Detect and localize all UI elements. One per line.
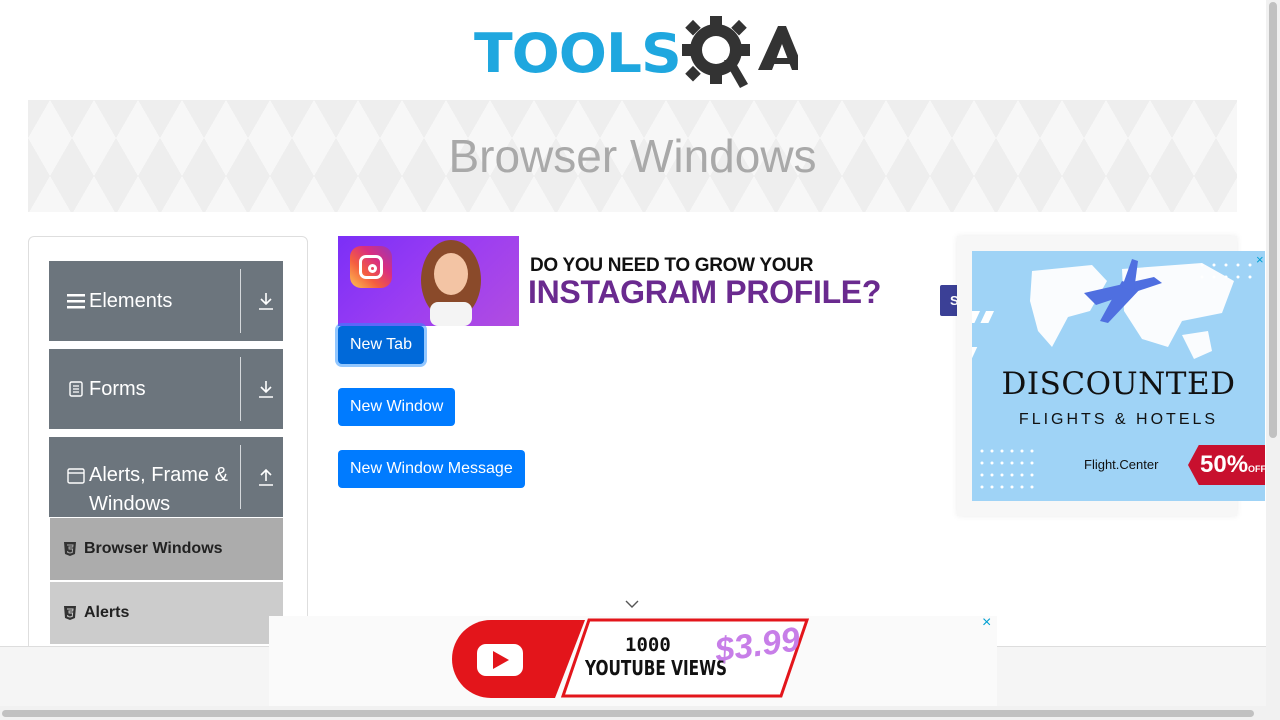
download-icon[interactable]: [257, 291, 275, 311]
upload-icon[interactable]: [257, 467, 275, 487]
sidebar-group-forms[interactable]: Forms: [49, 349, 283, 429]
youtube-views-ad[interactable]: 1000 YOUTUBE VIEWS $3.99: [269, 616, 997, 706]
sidebar-group-alerts-frame-windows[interactable]: Alerts, Frame & Windows: [49, 437, 283, 517]
page-title: Browser Windows: [448, 130, 817, 182]
new-window-button[interactable]: New Window: [338, 388, 456, 426]
new-tab-button[interactable]: New Tab: [338, 326, 424, 364]
sidebar-group-elements[interactable]: Elements: [49, 261, 283, 341]
sidebar-group-label: Forms: [89, 377, 146, 400]
toolsqa-logo[interactable]: TOOLS: [472, 14, 798, 92]
ad-views-count: 1000: [625, 634, 671, 656]
download-icon[interactable]: [257, 379, 275, 399]
divider: [240, 269, 241, 333]
sidebar: Elements Forms Alerts, Frame & Windows Br…: [28, 236, 308, 666]
scrollbar-thumb[interactable]: [2, 710, 1254, 717]
sidebar-item-label: Alerts: [84, 604, 130, 621]
hamburger-icon: [65, 293, 87, 309]
close-icon[interactable]: ×: [1256, 252, 1264, 267]
vertical-scrollbar[interactable]: [1266, 0, 1280, 720]
ad-title: DISCOUNTED: [1001, 366, 1236, 402]
sidebar-group-label: Alerts, Frame & Windows: [89, 464, 228, 515]
sidebar-group-label: Elements: [89, 289, 173, 312]
logo-qa-gear-icon: [682, 16, 798, 88]
ad-photo: [338, 236, 519, 326]
logo-text-tools: TOOLS: [474, 22, 682, 85]
ad-views-label: YOUTUBE VIEWS: [585, 656, 728, 680]
new-window-message-button[interactable]: New Window Message: [338, 450, 525, 488]
ad-subtitle: FLIGHTS & HOTELS: [1018, 411, 1219, 428]
ad-brand: Flight.Center: [1084, 457, 1159, 472]
divider: [240, 445, 241, 509]
woman-photo-icon: [421, 240, 481, 326]
html5-icon: [64, 542, 76, 556]
sidebar-item-label: Browser Windows: [84, 540, 223, 557]
scrollbar-thumb[interactable]: [1269, 2, 1277, 438]
instagram-ad-banner[interactable]: DO YOU NEED TO GROW YOUR INSTAGRAM PROFI…: [338, 236, 918, 326]
instagram-icon: [350, 246, 392, 288]
sidebar-item-alerts[interactable]: Alerts: [50, 582, 283, 644]
discount-tag: 50%OFF: [1188, 445, 1265, 485]
page-banner: Browser Windows: [28, 100, 1237, 212]
chevron-down-icon[interactable]: [624, 598, 640, 610]
document-icon: [65, 381, 87, 397]
divider: [240, 357, 241, 421]
close-icon[interactable]: ×: [982, 614, 991, 632]
ad-subheadline: INSTAGRAM PROFILE?: [528, 274, 882, 310]
horizontal-scrollbar[interactable]: [0, 706, 1266, 720]
sidebar-item-browser-windows[interactable]: Browser Windows: [50, 518, 283, 580]
html5-icon: [64, 606, 76, 620]
flight-center-ad[interactable]: DISCOUNTED FLIGHTS & HOTELS Flight.Cente…: [972, 251, 1265, 501]
window-icon: [65, 468, 87, 484]
